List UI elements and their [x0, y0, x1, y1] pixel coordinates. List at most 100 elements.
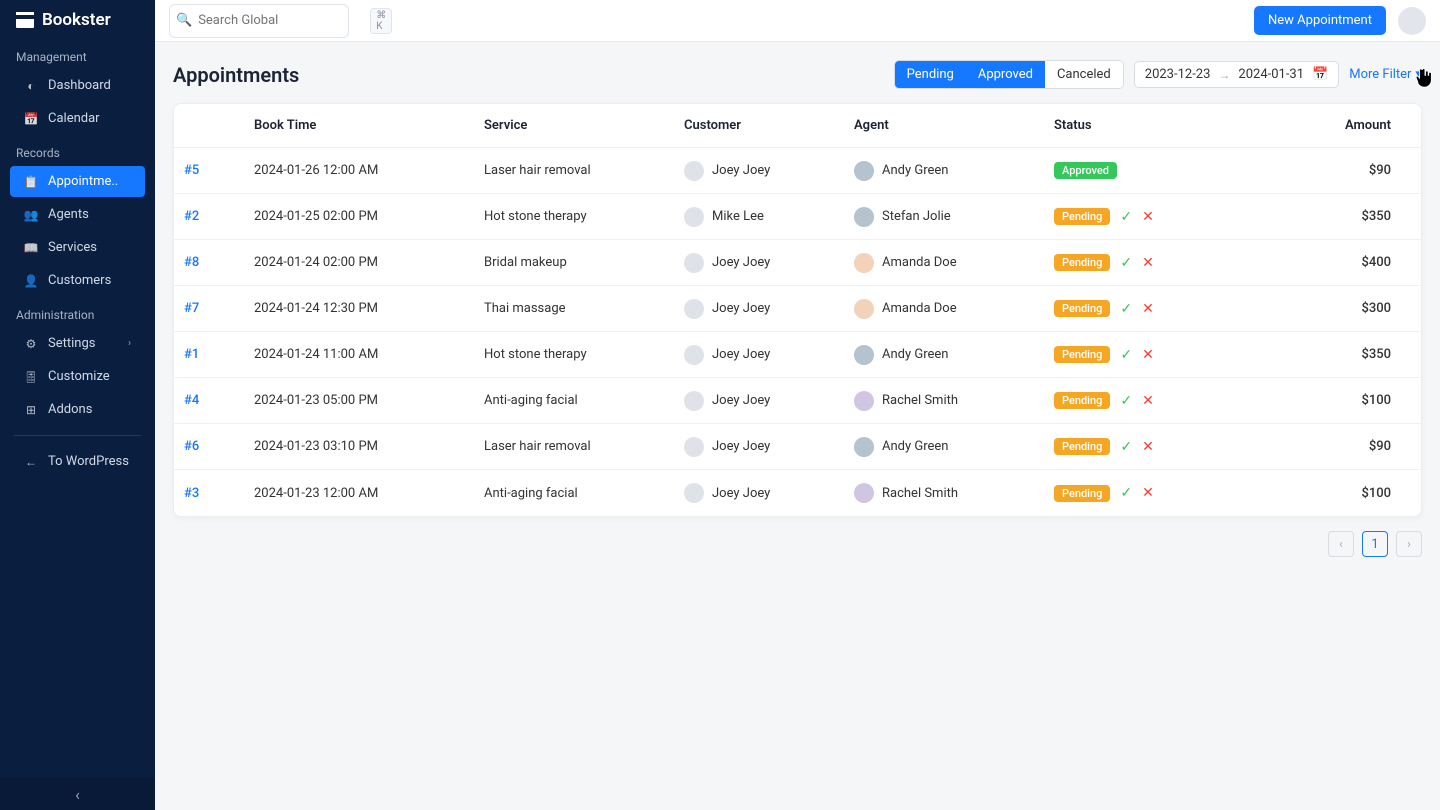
- row-agent: Andy Green: [854, 345, 1054, 365]
- appointments-table: Book Time Service Customer Agent Status …: [173, 103, 1422, 517]
- sidebar-item-label: Appointme..: [48, 174, 118, 189]
- cal-icon: 📅: [24, 112, 38, 126]
- row-id-link[interactable]: #4: [184, 393, 254, 408]
- sidebar-item-customers[interactable]: 👤Customers: [10, 265, 145, 296]
- sidebar-item-customize[interactable]: 🎚Customize: [10, 361, 145, 392]
- row-amount: $90: [1234, 439, 1411, 454]
- row-id-link[interactable]: #7: [184, 301, 254, 316]
- col-agent: Agent: [854, 118, 1054, 133]
- page-title: Appointments: [173, 63, 299, 87]
- reject-icon[interactable]: ✕: [1142, 393, 1154, 409]
- row-id-link[interactable]: #5: [184, 163, 254, 178]
- reject-icon[interactable]: ✕: [1142, 347, 1154, 363]
- row-service: Anti-aging facial: [484, 393, 684, 408]
- status-badge: Approved: [1054, 162, 1117, 179]
- row-status: Pending✓✕: [1054, 485, 1234, 502]
- sidebar-item-calendar[interactable]: 📅 Calendar: [10, 103, 145, 134]
- reject-icon[interactable]: ✕: [1142, 255, 1154, 271]
- page-prev[interactable]: ‹: [1328, 531, 1354, 557]
- agent-name: Amanda Doe: [882, 301, 957, 316]
- status-badge: Pending: [1054, 438, 1110, 455]
- search-shortcut: ⌘ K: [370, 8, 392, 34]
- approve-icon[interactable]: ✓: [1120, 393, 1132, 409]
- user-avatar[interactable]: [1398, 7, 1426, 35]
- row-time: 2024-01-23 05:00 PM: [254, 393, 484, 408]
- sidebar-item-label: Services: [48, 240, 97, 255]
- customer-name: Joey Joey: [712, 486, 770, 501]
- sidebar-item-addons[interactable]: ⊞Addons: [10, 394, 145, 425]
- sidebar-item-services[interactable]: 📖Services: [10, 232, 145, 263]
- more-filter-button[interactable]: More Filter ▾: [1349, 67, 1422, 82]
- table-row: #32024-01-23 12:00 AMAnti-aging facialJo…: [174, 470, 1421, 516]
- approve-icon[interactable]: ✓: [1120, 209, 1132, 225]
- chevron-left-icon: ‹: [75, 785, 80, 804]
- row-agent: Andy Green: [854, 437, 1054, 457]
- reject-icon[interactable]: ✕: [1142, 209, 1154, 225]
- section-title: Management: [0, 40, 155, 68]
- status-badge: Pending: [1054, 300, 1110, 317]
- section-title: Administration: [0, 298, 155, 326]
- row-time: 2024-01-24 11:00 AM: [254, 347, 484, 362]
- sidebar-item-dashboard[interactable]: ◐Dashboard: [10, 70, 145, 101]
- approve-icon[interactable]: ✓: [1120, 347, 1132, 363]
- row-agent: Amanda Doe: [854, 253, 1054, 273]
- row-status: Approved: [1054, 162, 1234, 179]
- brand-name: Bookster: [42, 10, 111, 30]
- row-agent: Rachel Smith: [854, 391, 1054, 411]
- row-id-link[interactable]: #6: [184, 439, 254, 454]
- global-search[interactable]: 🔍 ⌘ K: [169, 4, 349, 38]
- agent-avatar: [854, 299, 874, 319]
- row-amount: $350: [1234, 209, 1411, 224]
- filter-canceled[interactable]: Canceled: [1045, 61, 1123, 88]
- status-badge: Pending: [1054, 208, 1110, 225]
- agent-avatar: [854, 437, 874, 457]
- sidebar-item-settings[interactable]: ⚙Settings›: [10, 328, 145, 359]
- table-row: #62024-01-23 03:10 PMLaser hair removalJ…: [174, 424, 1421, 470]
- agent-name: Rachel Smith: [882, 393, 958, 408]
- row-agent: Andy Green: [854, 161, 1054, 181]
- agent-avatar: [854, 345, 874, 365]
- reject-icon[interactable]: ✕: [1142, 485, 1154, 501]
- search-icon: 🔍: [176, 13, 192, 28]
- agent-name: Stefan Jolie: [882, 209, 951, 224]
- row-id-link[interactable]: #8: [184, 255, 254, 270]
- row-id-link[interactable]: #3: [184, 486, 254, 501]
- brand-logo[interactable]: Bookster: [0, 0, 155, 40]
- sidebar-item-label: Calendar: [48, 111, 100, 126]
- filter-pending[interactable]: Pending: [895, 61, 966, 88]
- approve-icon[interactable]: ✓: [1120, 485, 1132, 501]
- sidebar-item-label: Addons: [48, 402, 92, 417]
- sidebar-item-agents[interactable]: 👥Agents: [10, 199, 145, 230]
- row-status: Pending✓✕: [1054, 346, 1234, 363]
- search-input[interactable]: [198, 13, 364, 28]
- page-next[interactable]: ›: [1396, 531, 1422, 557]
- row-amount: $350: [1234, 347, 1411, 362]
- row-customer: Mike Lee: [684, 207, 854, 227]
- page-1[interactable]: 1: [1362, 531, 1388, 557]
- row-id-link[interactable]: #2: [184, 209, 254, 224]
- sidebar-item-label: Customize: [48, 369, 110, 384]
- agent-name: Andy Green: [882, 163, 948, 178]
- date-range-picker[interactable]: 2023-12-23 → 2024-01-31 📅: [1134, 61, 1339, 88]
- new-appointment-button[interactable]: New Appointment: [1254, 6, 1386, 35]
- approve-icon[interactable]: ✓: [1120, 439, 1132, 455]
- agent-name: Rachel Smith: [882, 486, 958, 501]
- row-time: 2024-01-26 12:00 AM: [254, 163, 484, 178]
- main-content: Appointments Pending Approved Canceled 2…: [155, 42, 1440, 810]
- topbar: 🔍 ⌘ K New Appointment: [155, 0, 1440, 42]
- row-time: 2024-01-25 02:00 PM: [254, 209, 484, 224]
- arrow-right-icon: →: [1218, 68, 1230, 82]
- back-to-wordpress[interactable]: ← To WordPress: [10, 446, 145, 477]
- sidebar-item-appointme-[interactable]: 📋Appointme..: [10, 166, 145, 197]
- approve-icon[interactable]: ✓: [1120, 301, 1132, 317]
- chevron-right-icon: ›: [128, 338, 131, 349]
- chevron-down-icon: ▾: [1415, 67, 1422, 82]
- back-label: To WordPress: [48, 454, 129, 469]
- reject-icon[interactable]: ✕: [1142, 439, 1154, 455]
- filter-approved[interactable]: Approved: [966, 61, 1045, 88]
- row-id-link[interactable]: #1: [184, 347, 254, 362]
- reject-icon[interactable]: ✕: [1142, 301, 1154, 317]
- row-status: Pending ✓ ✕: [1054, 438, 1234, 455]
- approve-icon[interactable]: ✓: [1120, 255, 1132, 271]
- collapse-sidebar-button[interactable]: ‹: [0, 778, 155, 810]
